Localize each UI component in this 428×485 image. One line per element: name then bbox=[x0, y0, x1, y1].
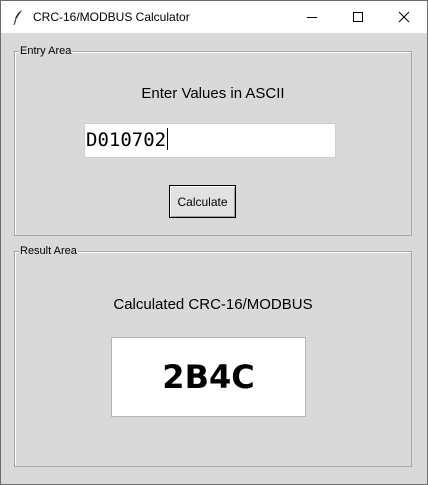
ascii-input-field[interactable]: D010702 bbox=[84, 123, 336, 158]
entry-area-legend: Entry Area bbox=[19, 44, 73, 58]
ascii-input-value: D010702 bbox=[86, 129, 167, 151]
close-icon bbox=[398, 11, 410, 23]
maximize-icon bbox=[353, 12, 363, 22]
text-caret bbox=[167, 127, 169, 150]
crc-result-display: 2B4C bbox=[111, 337, 306, 417]
calculate-button[interactable]: Calculate bbox=[169, 185, 236, 218]
title-bar[interactable]: CRC-16/MODBUS Calculator bbox=[1, 1, 427, 33]
close-button[interactable] bbox=[381, 1, 427, 33]
minimize-icon bbox=[307, 17, 317, 18]
app-window: CRC-16/MODBUS Calculator Entry Area Ente… bbox=[0, 0, 428, 485]
result-area-legend: Result Area bbox=[19, 244, 78, 258]
entry-prompt-label: Enter Values in ASCII bbox=[141, 85, 285, 102]
result-prompt-label: Calculated CRC-16/MODBUS bbox=[113, 296, 313, 313]
entry-area-group: Entry Area Enter Values in ASCII D010702… bbox=[14, 44, 412, 236]
maximize-button[interactable] bbox=[335, 1, 381, 33]
window-title: CRC-16/MODBUS Calculator bbox=[33, 10, 190, 24]
result-area-group: Result Area Calculated CRC-16/MODBUS 2B4… bbox=[14, 244, 412, 467]
minimize-button[interactable] bbox=[289, 1, 335, 33]
feather-icon bbox=[11, 9, 25, 26]
